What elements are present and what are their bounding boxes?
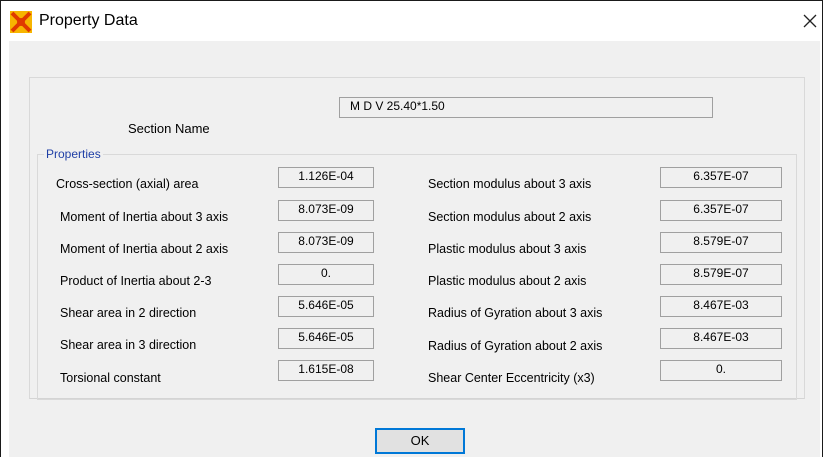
properties-group: Properties Cross-section (axial) area 1.… xyxy=(37,147,797,400)
prop-value-plastic-modulus-3[interactable]: 8.579E-07 xyxy=(660,232,782,253)
prop-label-section-modulus-3: Section modulus about 3 axis xyxy=(428,177,592,191)
prop-label-inertia-3: Moment of Inertia about 3 axis xyxy=(60,210,229,224)
prop-label-product-inertia: Product of Inertia about 2-3 xyxy=(60,274,212,288)
property-data-dialog: Property Data Section Name M D V 25.40*1… xyxy=(0,0,823,457)
prop-label-shear-area-3: Shear area in 3 direction xyxy=(60,338,197,352)
prop-value-plastic-modulus-2[interactable]: 8.579E-07 xyxy=(660,264,782,285)
properties-legend: Properties xyxy=(44,147,103,161)
prop-value-section-modulus-2[interactable]: 6.357E-07 xyxy=(660,200,782,221)
prop-label-axial-area: Cross-section (axial) area xyxy=(56,177,199,191)
prop-label-plastic-modulus-3: Plastic modulus about 3 axis xyxy=(428,242,587,256)
close-button[interactable] xyxy=(796,7,822,35)
prop-value-gyration-3[interactable]: 8.467E-03 xyxy=(660,296,782,317)
sap-app-icon xyxy=(10,11,32,33)
section-name-field[interactable]: M D V 25.40*1.50 xyxy=(339,97,713,118)
ok-button[interactable]: OK xyxy=(375,428,465,454)
prop-label-shear-center: Shear Center Eccentricity (x3) xyxy=(428,371,595,385)
prop-label-torsional-constant: Torsional constant xyxy=(60,371,161,385)
prop-value-gyration-2[interactable]: 8.467E-03 xyxy=(660,328,782,349)
prop-value-section-modulus-3[interactable]: 6.357E-07 xyxy=(660,167,782,188)
prop-value-product-inertia[interactable]: 0. xyxy=(278,264,374,285)
prop-label-gyration-3: Radius of Gyration about 3 axis xyxy=(428,306,603,320)
prop-value-shear-area-3[interactable]: 5.646E-05 xyxy=(278,328,374,349)
title-bar[interactable]: Property Data xyxy=(1,1,822,41)
window-title: Property Data xyxy=(39,12,138,29)
prop-label-gyration-2: Radius of Gyration about 2 axis xyxy=(428,339,603,353)
dialog-client-area: Section Name M D V 25.40*1.50 Properties… xyxy=(9,41,820,457)
section-name-label: Section Name xyxy=(128,121,210,136)
prop-label-section-modulus-2: Section modulus about 2 axis xyxy=(428,210,592,224)
prop-label-inertia-2: Moment of Inertia about 2 axis xyxy=(60,242,229,256)
property-panel: Section Name M D V 25.40*1.50 Properties… xyxy=(29,77,805,400)
close-icon[interactable] xyxy=(796,7,822,35)
prop-value-shear-area-2[interactable]: 5.646E-05 xyxy=(278,296,374,317)
prop-label-plastic-modulus-2: Plastic modulus about 2 axis xyxy=(428,274,587,288)
prop-value-inertia-2[interactable]: 8.073E-09 xyxy=(278,232,374,253)
prop-value-torsional-constant[interactable]: 1.615E-08 xyxy=(278,360,374,381)
prop-value-shear-center[interactable]: 0. xyxy=(660,360,782,381)
prop-value-axial-area[interactable]: 1.126E-04 xyxy=(278,167,374,188)
prop-label-shear-area-2: Shear area in 2 direction xyxy=(60,306,197,320)
prop-value-inertia-3[interactable]: 8.073E-09 xyxy=(278,200,374,221)
